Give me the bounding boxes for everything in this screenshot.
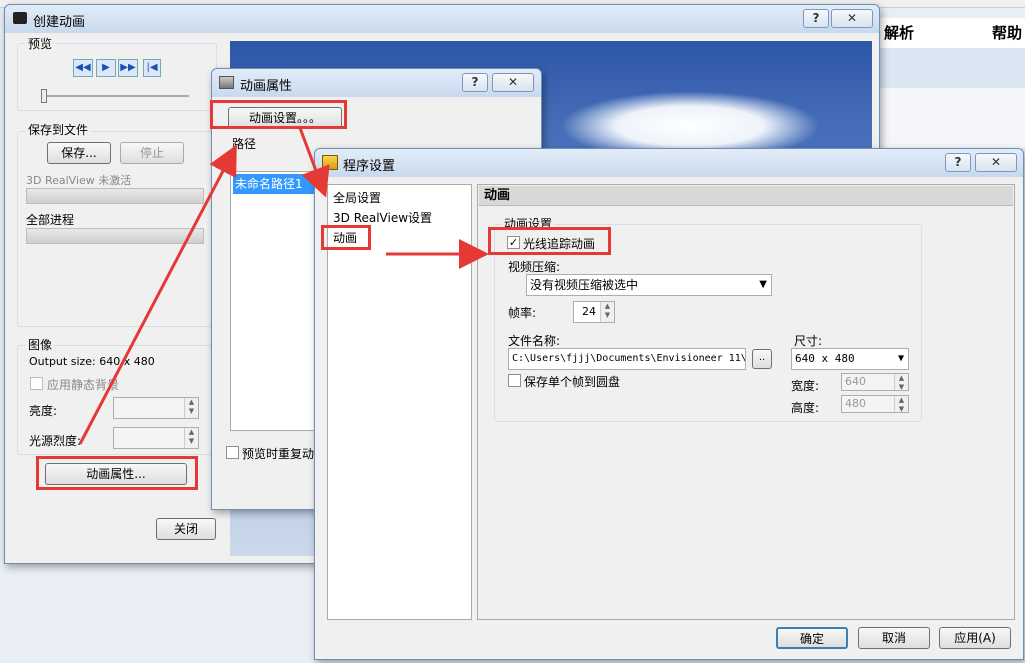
preview-label: 预览 [25, 35, 56, 52]
width-value: 640 [845, 375, 866, 388]
settings-panel: 动画 动画设置 ✓ 光线追踪动画 视频压缩: 没有视频压缩被选中 ▼ 帧率: 2… [477, 184, 1015, 620]
chevron-down-icon: ▼ [897, 353, 904, 364]
tab-help[interactable]: 帮助 [968, 18, 1025, 48]
save-single-frame-checkbox[interactable] [508, 374, 521, 387]
static-bg-label: 应用静态背景 [47, 378, 120, 392]
framerate-input[interactable]: 24 ▲ ▼ [573, 301, 615, 323]
skip-start-button[interactable]: |◀ [143, 59, 161, 77]
window-title: 动画属性 [240, 79, 293, 94]
rewind-button[interactable]: ◀◀ [73, 59, 93, 77]
close-icon[interactable]: ✕ [492, 73, 534, 92]
annotation-box-anim-props [36, 456, 198, 490]
preview-slider-track[interactable] [41, 95, 189, 97]
filename-label: 文件名称: [508, 334, 561, 348]
size-value: 640 x 480 [795, 352, 855, 365]
height-label: 高度: [791, 401, 820, 415]
video-compress-label: 视频压缩: [508, 260, 561, 274]
annotation-box-anim-settings [210, 100, 347, 129]
play-button[interactable]: ▶ [96, 59, 116, 77]
window-title: 创建动画 [33, 15, 86, 30]
path-list[interactable]: 未命名路径1 [230, 171, 322, 431]
height-input[interactable]: 480 ▲ ▼ [841, 395, 909, 413]
settings-icon [322, 155, 338, 170]
output-size: Output size: 640 x 480 [29, 355, 155, 368]
size-select[interactable]: 640 x 480 ▼ [791, 348, 909, 370]
image-group-label: 图像 [25, 336, 56, 353]
titlebar[interactable]: 动画属性 ? ✕ [212, 69, 541, 97]
light-intensity-input[interactable]: ▲ ▼ [113, 427, 199, 449]
framerate-label: 帧率: [508, 306, 537, 320]
framerate-value: 24 [582, 305, 596, 318]
repeat-preview-label: 预览时重复动 [242, 447, 315, 461]
light-intensity-label: 光源烈度: [29, 434, 82, 448]
realview-status: 3D RealView 未激活 [26, 174, 132, 187]
window-title: 程序设置 [343, 159, 396, 174]
browse-button[interactable]: .. [752, 349, 772, 369]
save-group-label: 保存到文件 [25, 121, 92, 138]
help-icon[interactable]: ? [945, 153, 971, 172]
save-single-frame-label: 保存单个帧到圆盘 [524, 375, 621, 389]
bg-ribbon [860, 48, 1025, 88]
static-bg-checkbox[interactable] [30, 377, 43, 390]
all-progress-bar [26, 228, 204, 244]
filename-input[interactable]: C:\Users\fjjj\Documents\Envisioneer 11\ [508, 348, 746, 370]
preview-slider-thumb[interactable] [41, 89, 47, 103]
save-button[interactable]: 保存... [47, 142, 111, 164]
close-button[interactable]: 关闭 [156, 518, 216, 540]
width-input[interactable]: 640 ▲ ▼ [841, 373, 909, 391]
bg-ribbon-body [860, 88, 1025, 148]
program-settings-window: 程序设置 ? ✕ 全局设置 3D RealView设置 动画 动画 动画设置 ✓… [314, 148, 1024, 660]
section-title: 动画 [479, 186, 1013, 206]
size-label: 尺寸: [794, 334, 823, 348]
repeat-preview-checkbox[interactable] [226, 446, 239, 459]
titlebar[interactable]: 创建动画 ? ✕ [5, 5, 879, 33]
fast-forward-button[interactable]: ▶▶ [118, 59, 138, 77]
help-icon[interactable]: ? [462, 73, 488, 92]
width-label: 宽度: [791, 379, 820, 393]
annotation-box-tree-animation [321, 225, 371, 250]
film-icon [219, 76, 234, 89]
chevron-down-icon: ▼ [759, 279, 767, 290]
height-value: 480 [845, 397, 866, 410]
close-icon[interactable]: ✕ [831, 9, 873, 28]
video-compress-value: 没有视频压缩被选中 [530, 278, 639, 292]
brightness-label: 亮度: [29, 404, 58, 418]
video-compress-select[interactable]: 没有视频压缩被选中 ▼ [526, 274, 772, 296]
tree-item-realview[interactable]: 3D RealView设置 [333, 209, 432, 226]
framerate-spinner[interactable]: ▲ ▼ [600, 302, 614, 322]
brightness-input[interactable]: ▲ ▼ [113, 397, 199, 419]
camera-icon [13, 12, 27, 24]
stop-button[interactable]: 停止 [120, 142, 184, 164]
all-progress-label: 全部进程 [26, 213, 75, 227]
close-icon[interactable]: ✕ [975, 153, 1017, 172]
annotation-box-raytrace [488, 227, 611, 255]
help-icon[interactable]: ? [803, 9, 829, 28]
titlebar[interactable]: 程序设置 ? ✕ [315, 149, 1023, 177]
tree-item-global[interactable]: 全局设置 [333, 189, 381, 206]
preview-group [17, 43, 217, 111]
apply-button[interactable]: 应用(A) [939, 627, 1011, 649]
settings-tree: 全局设置 3D RealView设置 动画 [321, 184, 472, 620]
ok-button[interactable]: 确定 [776, 627, 848, 649]
path-label: 路径 [232, 137, 257, 151]
bg-ribbon-tabs: 解析 帮助 [860, 18, 1025, 48]
cancel-button[interactable]: 取消 [858, 627, 930, 649]
path-list-item[interactable]: 未命名路径1 [233, 174, 319, 194]
realview-progress-bar [26, 188, 204, 204]
